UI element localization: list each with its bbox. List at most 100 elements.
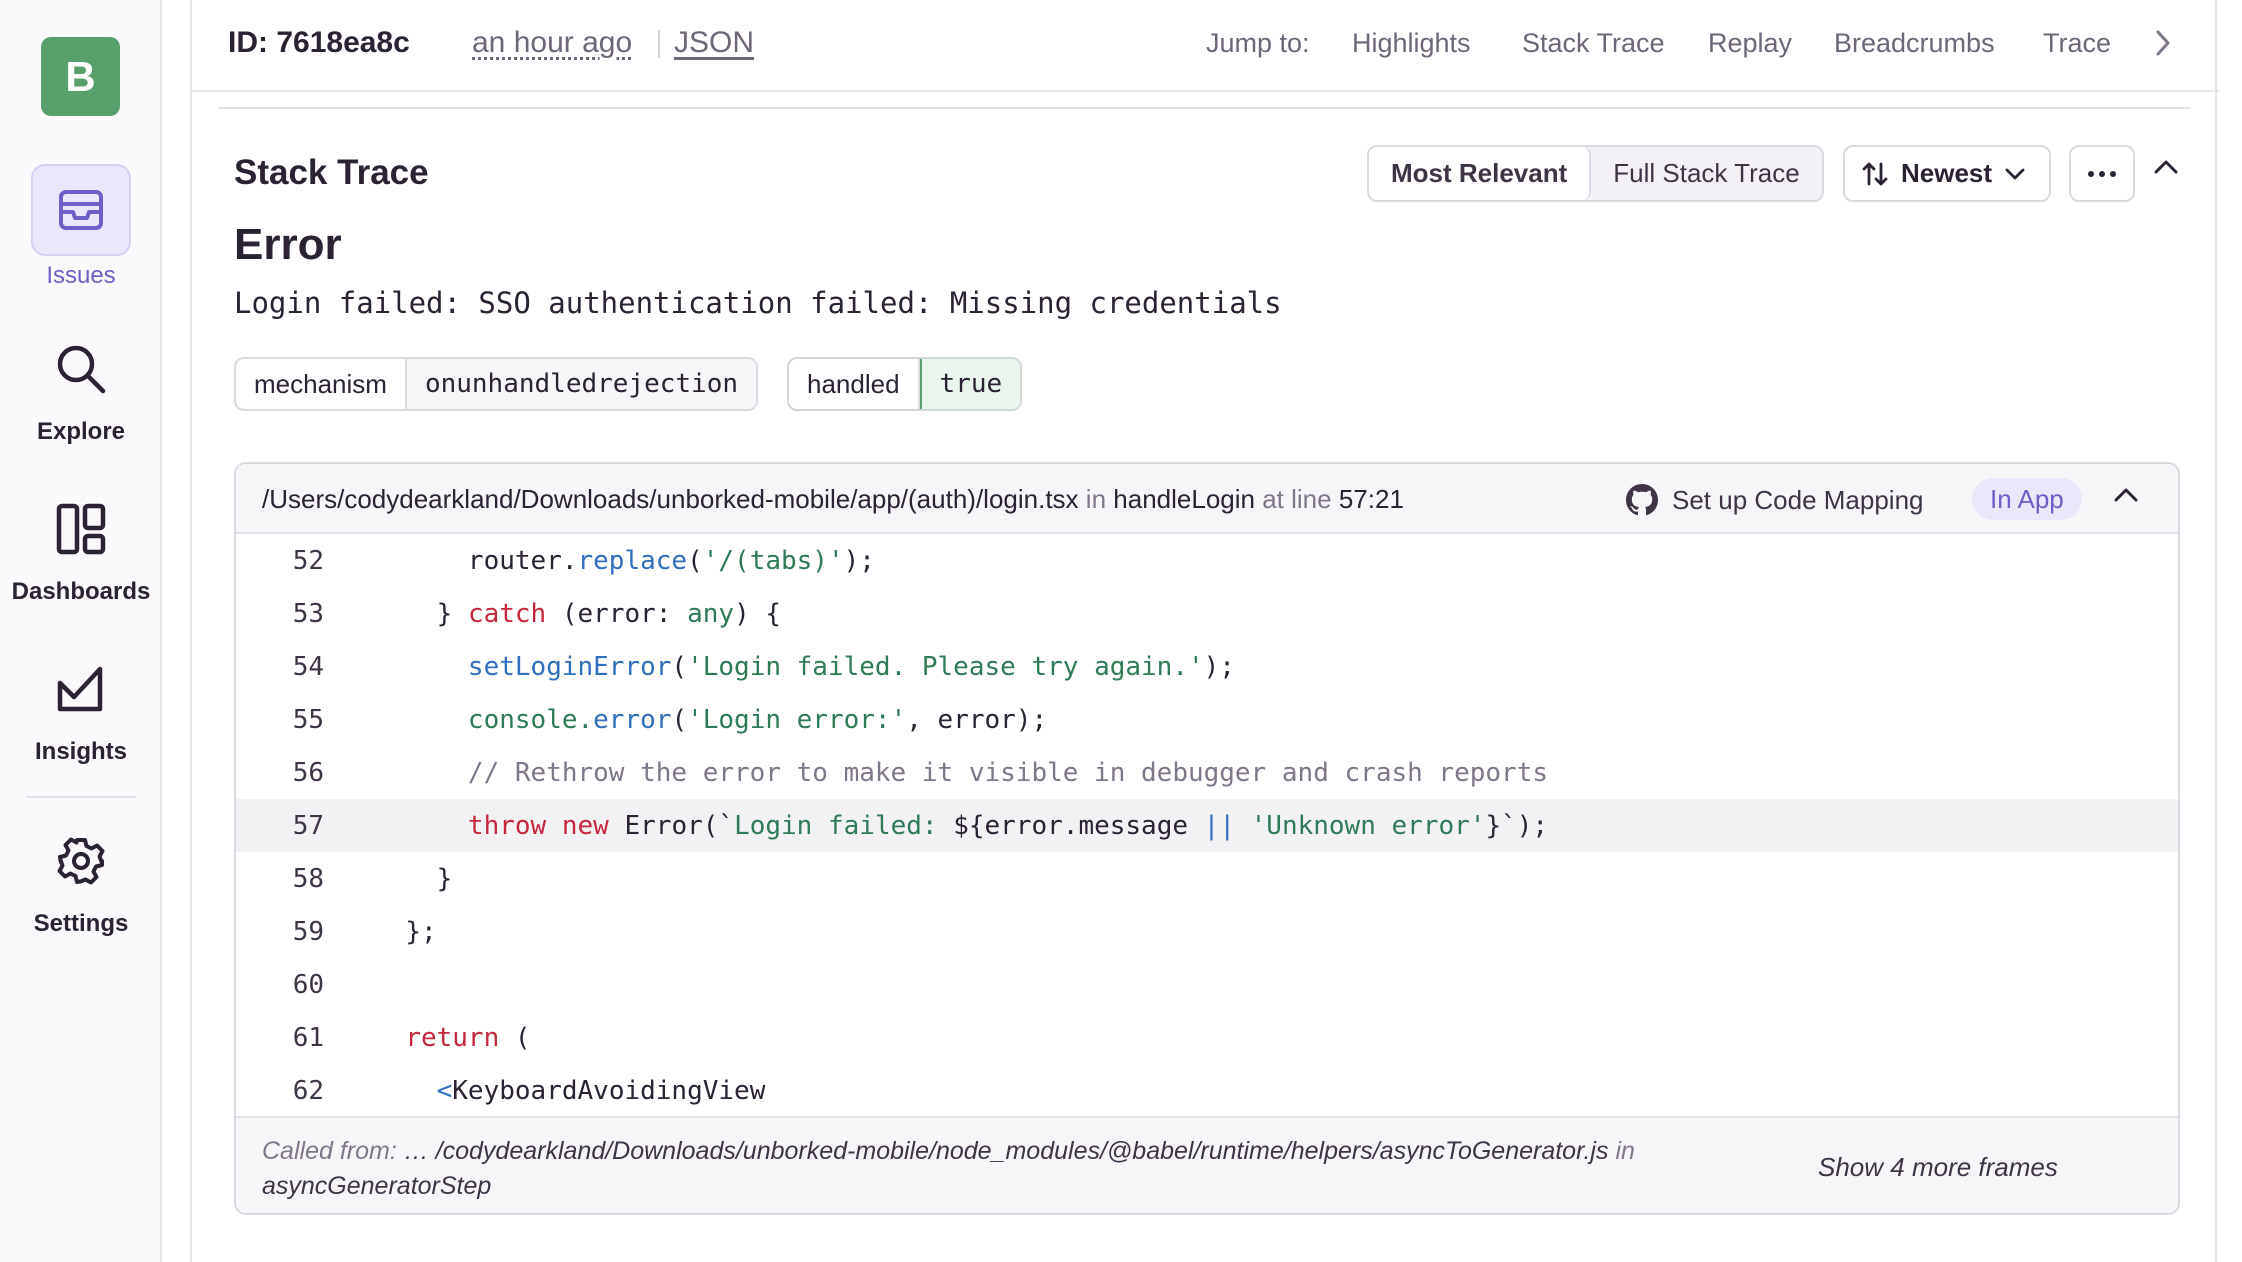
tag-mechanism[interactable]: mechanism onunhandledrejection (234, 357, 759, 411)
chevron-up-icon[interactable] (2152, 158, 2180, 181)
code-text: } catch (error: any) { (436, 598, 782, 629)
event-header: ID: 7618ea8c an hour ago JSON Jump to: H… (192, 0, 2219, 92)
sidebar-item-explore[interactable]: Explore (0, 326, 162, 446)
github-icon (1626, 484, 1658, 516)
code-text: throw new Error(`Login failed: ${error.m… (467, 810, 1549, 841)
most-relevant-button[interactable]: Most Relevant (1369, 147, 1592, 200)
stack-view-toggle: Most Relevant Full Stack Trace (1367, 145, 1824, 202)
code-text: <KeyboardAvoidingView (436, 1075, 766, 1106)
sidebar-item-label: Explore (36, 418, 126, 445)
code-line: 60 (236, 958, 2178, 1011)
sort-icon (1862, 162, 1888, 185)
code-line: 61 return ( (236, 1011, 2178, 1064)
section-title: Stack Trace (234, 153, 429, 192)
line-number: 55 (292, 704, 324, 735)
error-type: Error (234, 220, 342, 269)
called-from-label: Called from: (262, 1137, 397, 1165)
frame-line-col: 57:21 (1338, 484, 1404, 514)
sidebar-item-label: Insights (34, 738, 127, 765)
code-line: 58 } (236, 852, 2178, 905)
code-line-highlighted: 57 throw new Error(`Login failed: ${erro… (236, 799, 2178, 852)
line-number: 53 (292, 598, 324, 629)
sidebar-item-settings[interactable]: Settings (0, 818, 162, 938)
jump-link-trace[interactable]: Trace (2043, 28, 2111, 59)
tag-handled[interactable]: handled true (787, 357, 1023, 411)
frame-function: handleLogin (1113, 484, 1255, 514)
full-stack-trace-button[interactable]: Full Stack Trace (1591, 147, 1821, 200)
jump-link-highlights[interactable]: Highlights (1352, 28, 1471, 59)
sidebar-item-dashboards[interactable]: Dashboards (0, 486, 162, 606)
event-id: ID: 7618ea8c (228, 26, 410, 59)
code-line: 62 <KeyboardAvoidingView (236, 1064, 2178, 1117)
tag-value: onunhandledrejection (406, 359, 757, 409)
code-text: // Rethrow the error to make it visible … (467, 757, 1549, 788)
code-text: return ( (405, 1022, 531, 1053)
more-options-button[interactable] (2069, 145, 2135, 202)
code-line: 56 // Rethrow the error to make it visib… (236, 746, 2178, 799)
code-line: 52 router.replace('/(tabs)'); (236, 534, 2178, 587)
search-icon (31, 326, 131, 412)
org-avatar[interactable]: B (41, 37, 120, 116)
jump-link-breadcrumbs[interactable]: Breadcrumbs (1834, 28, 1995, 59)
sidebar-item-insights[interactable]: Insights (0, 646, 162, 766)
issues-icon (31, 164, 131, 256)
called-from-function: asyncGeneratorStep (262, 1172, 492, 1200)
frame-at-line-label: at line (1262, 484, 1332, 514)
dashboards-icon (31, 486, 131, 572)
line-number: 52 (292, 545, 324, 576)
tag-value: true (919, 359, 1021, 409)
code-text: console.error('Login error:', error); (467, 704, 1048, 735)
ellipsis-icon (2088, 170, 2116, 177)
tag-key: mechanism (236, 359, 407, 409)
line-number: 56 (292, 757, 324, 788)
frame-header[interactable]: /Users/codydearkland/Downloads/unborked-… (236, 464, 2178, 534)
sidebar-item-issues[interactable]: Issues (0, 164, 162, 290)
sidebar-item-label: Dashboards (11, 578, 151, 605)
code-line: 54 setLoginError('Login failed. Please t… (236, 640, 2178, 693)
line-number: 60 (292, 969, 324, 1000)
sidebar-divider (26, 796, 136, 798)
code-text: router.replace('/(tabs)'); (467, 545, 875, 576)
json-link[interactable]: JSON (674, 26, 754, 60)
line-number: 58 (292, 863, 324, 894)
sidebar-item-label: Settings (33, 910, 129, 937)
jump-link-stack-trace[interactable]: Stack Trace (1522, 28, 1665, 59)
line-number: 61 (292, 1022, 324, 1053)
called-from-path: … /codydearkland/Downloads/unborked-mobi… (403, 1137, 1609, 1165)
code-line: 55 console.error('Login error:', error); (236, 693, 2178, 746)
frame-location: /Users/codydearkland/Downloads/unborked-… (262, 484, 1404, 515)
error-message: Login failed: SSO authentication failed:… (234, 286, 1282, 320)
sidebar-item-label: Issues (46, 262, 116, 289)
insights-icon (31, 646, 131, 732)
code-mapping-label: Set up Code Mapping (1672, 484, 1924, 515)
sidebar: B Issues Explore Dashboards Insights Set… (0, 0, 162, 1262)
in-app-badge: In App (1972, 478, 2082, 520)
event-panel: ID: 7618ea8c an hour ago JSON Jump to: H… (190, 0, 2219, 1262)
called-from: Called from: … /codydearkland/Downloads/… (262, 1134, 1822, 1204)
chevron-right-icon[interactable] (2152, 28, 2174, 63)
jump-link-replay[interactable]: Replay (1708, 28, 1792, 59)
chevron-up-icon[interactable] (2112, 486, 2140, 509)
line-number: 62 (292, 1075, 324, 1106)
chevron-down-icon (2005, 168, 2025, 179)
code-text: setLoginError('Login failed. Please try … (467, 651, 1235, 682)
sort-label: Newest (1901, 158, 1993, 188)
event-time[interactable]: an hour ago (472, 26, 632, 60)
line-number: 59 (292, 916, 324, 947)
sort-dropdown[interactable]: Newest (1843, 145, 2051, 202)
code-text: }; (405, 916, 437, 947)
frame-in-label: in (1085, 484, 1107, 514)
gear-icon (31, 818, 131, 904)
line-number: 54 (292, 651, 324, 682)
divider (218, 107, 2191, 109)
divider (658, 30, 660, 58)
show-more-frames-button[interactable]: Show 4 more frames (1818, 1152, 2058, 1183)
code-line: 59 }; (236, 905, 2178, 958)
code-text: } (436, 863, 453, 894)
code-context: 52 router.replace('/(tabs)'); 53 } catch… (236, 534, 2178, 1117)
jump-to-label: Jump to: (1206, 28, 1310, 58)
stack-frame: /Users/codydearkland/Downloads/unborked-… (234, 462, 2180, 1215)
code-mapping-button[interactable]: Set up Code Mapping (1626, 484, 1924, 516)
called-from-row: Called from: … /codydearkland/Downloads/… (236, 1116, 2178, 1213)
frame-file-path: /Users/codydearkland/Downloads/unborked-… (262, 484, 1079, 514)
